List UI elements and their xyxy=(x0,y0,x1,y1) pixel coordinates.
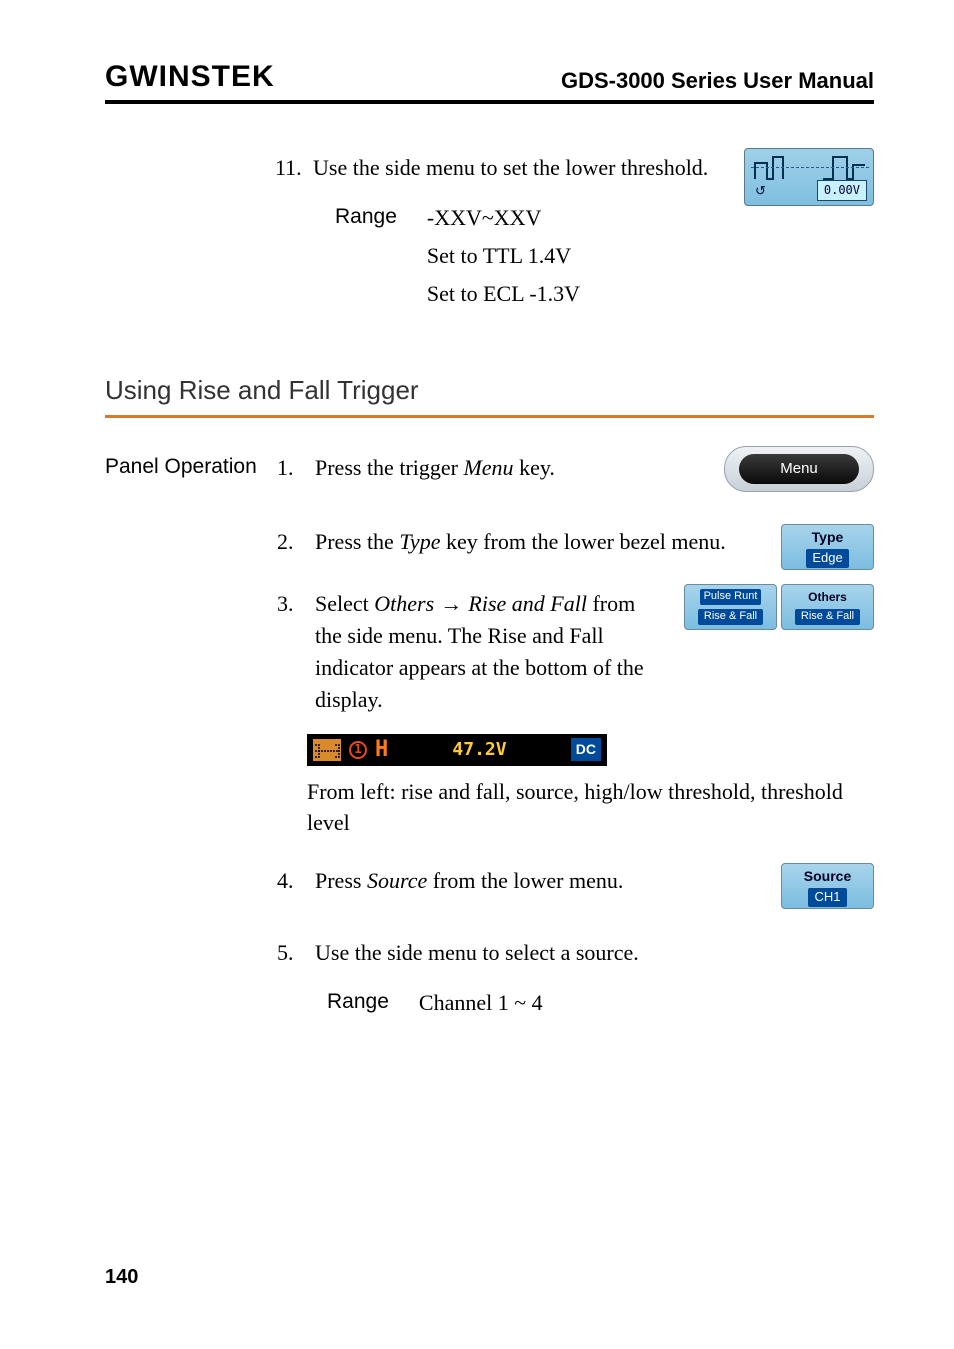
brand-logo: GWINSTEK xyxy=(105,60,275,94)
panel-operation-label: Panel Operation xyxy=(105,452,265,1019)
indicator-caption: From left: rise and fall, source, high/l… xyxy=(307,776,874,840)
range-label: Range xyxy=(327,987,389,1019)
others-softkey-icon: Others Rise & Fall xyxy=(781,584,874,630)
section-heading: Using Rise and Fall Trigger xyxy=(105,372,874,410)
high-low-indicator: H xyxy=(375,734,388,766)
rise-fall-indicator-icon: 1 H 47.2V DC xyxy=(307,734,607,766)
range-line: Set to TTL 1.4V xyxy=(427,240,580,272)
step-text: Press Source from the lower menu. xyxy=(315,865,764,897)
rise-fall-keyword: Rise and Fall xyxy=(468,591,587,616)
menu-hardkey-icon: Menu xyxy=(724,446,874,492)
menu-keyword: Menu xyxy=(463,455,513,480)
type-keyword: Type xyxy=(399,529,440,554)
text-part: Press the trigger xyxy=(315,455,463,480)
pulse-runt-softkey-icon: Pulse Runt Rise & Fall xyxy=(684,584,777,630)
page-number: 140 xyxy=(105,1266,138,1289)
step-1: 1. Press the trigger Menu key. Menu xyxy=(277,452,874,484)
threshold-level-value: 47.2V xyxy=(396,737,563,763)
softkey-line1: Type xyxy=(812,527,844,547)
others-keyword: Others xyxy=(374,591,434,616)
step-text: Use the side menu to set the lower thres… xyxy=(313,152,724,184)
text-part: Press xyxy=(315,868,367,893)
page-header: GWINSTEK GDS-3000 Series User Manual xyxy=(105,60,874,104)
waveform-glyph-icon xyxy=(753,153,867,183)
arrow-icon: → xyxy=(434,591,468,616)
rise-fall-glyph-icon xyxy=(313,739,341,761)
step-2: 2. Press the Type key from the lower bez… xyxy=(277,526,874,558)
step-3: 3. Select Others → Rise and Fall from th… xyxy=(277,588,874,716)
step-number: 1. xyxy=(277,452,305,484)
step-11-range: Range -XXV~XXV Set to TTL 1.4V Set to EC… xyxy=(335,202,874,316)
step-number: 11. xyxy=(275,152,303,184)
softkey-line1: Source xyxy=(804,866,851,886)
source-keyword: Source xyxy=(367,868,427,893)
source-channel-badge: 1 xyxy=(349,741,367,759)
step-11: 11. Use the side menu to set the lower t… xyxy=(275,152,874,184)
coupling-badge: DC xyxy=(571,738,601,760)
text-part: Select xyxy=(315,591,374,616)
page: GWINSTEK GDS-3000 Series User Manual 11.… xyxy=(0,0,954,1349)
step-number: 3. xyxy=(277,588,305,620)
others-softkey-pair-icon: Pulse Runt Rise & Fall Others Rise & Fal… xyxy=(684,584,874,630)
step-number: 2. xyxy=(277,526,305,558)
section-rule xyxy=(105,415,874,418)
text-part: Press the xyxy=(315,529,399,554)
step-5-range: Range Channel 1 ~ 4 xyxy=(327,987,874,1019)
rotate-icon: ↺ xyxy=(755,182,766,201)
step-number: 5. xyxy=(277,937,305,969)
step-5: 5. Use the side menu to select a source. xyxy=(277,937,874,969)
threshold-lcd-icon: ↺ 0.00V xyxy=(744,148,874,206)
range-line: Set to ECL -1.3V xyxy=(427,278,580,310)
step-text: Press the Type key from the lower bezel … xyxy=(315,526,764,558)
range-values: -XXV~XXV Set to TTL 1.4V Set to ECL -1.3… xyxy=(427,202,580,316)
content-body: 11. Use the side menu to set the lower t… xyxy=(105,152,874,1019)
softkey-line2: Rise & Fall xyxy=(795,609,860,625)
doc-title: GDS-3000 Series User Manual xyxy=(561,68,874,94)
menu-button-label: Menu xyxy=(739,454,859,484)
threshold-value: 0.00V xyxy=(817,180,867,201)
softkey-line1: Others xyxy=(808,589,847,606)
text-part: key. xyxy=(514,455,555,480)
range-value: Channel 1 ~ 4 xyxy=(419,987,543,1019)
type-softkey-icon: Type Edge xyxy=(781,524,874,570)
text-part: key from the lower bezel menu. xyxy=(440,529,725,554)
softkey-line2: Edge xyxy=(806,549,848,568)
softkey-line1: Pulse Runt xyxy=(700,589,762,605)
step-text: Select Others → Rise and Fall from the s… xyxy=(315,588,664,716)
panel-operation-row: Panel Operation 1. Press the trigger Men… xyxy=(105,452,874,1019)
softkey-line2: Rise & Fall xyxy=(698,609,763,625)
range-label: Range xyxy=(335,202,397,316)
step-text: Use the side menu to select a source. xyxy=(315,937,874,969)
softkey-line2: CH1 xyxy=(808,888,846,907)
step-text: Press the trigger Menu key. xyxy=(315,452,714,484)
step-4: 4. Press Source from the lower menu. Sou… xyxy=(277,865,874,897)
source-softkey-icon: Source CH1 xyxy=(781,863,874,909)
text-part: from the lower menu. xyxy=(427,868,623,893)
step-number: 4. xyxy=(277,865,305,897)
range-line: -XXV~XXV xyxy=(427,202,580,234)
